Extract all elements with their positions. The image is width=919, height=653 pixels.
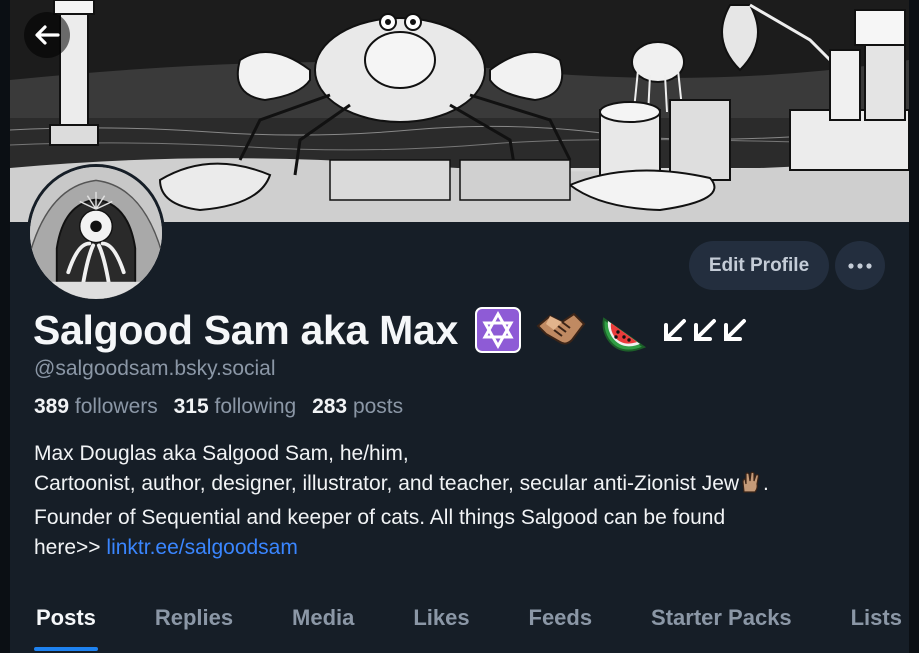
back-button[interactable]: [24, 12, 70, 58]
bio-line-2: Cartoonist, author, designer, illustrato…: [34, 469, 894, 503]
followers-count: 389: [34, 395, 70, 418]
window-edge-left: [0, 0, 10, 653]
window-edge-right: [909, 0, 919, 653]
tab-media[interactable]: Media: [290, 600, 356, 653]
more-options-button[interactable]: [835, 241, 885, 290]
tab-lists[interactable]: Lists: [849, 600, 904, 653]
arrow-down-left-emoji-icon: [692, 317, 718, 343]
display-name-row: Salgood Sam aka Max: [33, 305, 748, 355]
bio-line-4: here>> linktr.ee/salgoodsam: [34, 533, 894, 563]
handshake-emoji-icon: [536, 308, 586, 352]
arrow-down-left-emoji-icon: [722, 317, 748, 343]
tab-starter-packs[interactable]: Starter Packs: [649, 600, 794, 653]
tab-replies[interactable]: Replies: [153, 600, 235, 653]
following-label: following: [214, 395, 297, 418]
vulcan-salute-emoji-icon: [739, 470, 763, 503]
followers-label: followers: [74, 395, 158, 418]
following-stat[interactable]: 315 following: [174, 395, 297, 419]
profile-tabs: Posts Replies Media Likes Feeds Starter …: [34, 600, 904, 653]
display-name: Salgood Sam aka Max: [33, 306, 458, 353]
avatar-illustration: [30, 167, 162, 299]
avatar[interactable]: [27, 164, 165, 302]
tab-feeds[interactable]: Feeds: [527, 600, 595, 653]
edit-profile-button[interactable]: Edit Profile: [689, 241, 829, 290]
bio-link-prefix: here>>: [34, 536, 107, 559]
bio-line-2-text: Cartoonist, author, designer, illustrato…: [34, 472, 740, 495]
arrow-left-icon: [35, 25, 60, 45]
followers-stat[interactable]: 389 followers: [34, 395, 158, 419]
arrow-down-left-emoji-icon: [662, 317, 688, 343]
posts-stat: 283 posts: [312, 395, 403, 419]
bio-line-2-end: .: [763, 472, 769, 495]
posts-label: posts: [352, 395, 404, 418]
bio-link[interactable]: linktr.ee/salgoodsam: [106, 536, 297, 559]
bio-line-1: Max Douglas aka Salgood Sam, he/him,: [34, 442, 409, 465]
posts-count: 283: [312, 395, 348, 418]
tab-likes[interactable]: Likes: [411, 600, 471, 653]
ellipsis-icon: [848, 262, 872, 269]
following-count: 315: [173, 395, 209, 418]
star-of-david-emoji-icon: [474, 306, 522, 354]
profile-handle: @salgoodsam.bsky.social: [34, 357, 276, 380]
profile-bio: Max Douglas aka Salgood Sam, he/him, Car…: [34, 439, 894, 563]
tab-posts[interactable]: Posts: [34, 600, 98, 653]
profile-stats: 389 followers 315 following 283 posts: [34, 395, 413, 419]
watermelon-emoji-icon: [600, 307, 650, 353]
bio-line-3: Founder of Sequential and keeper of cats…: [34, 506, 726, 529]
